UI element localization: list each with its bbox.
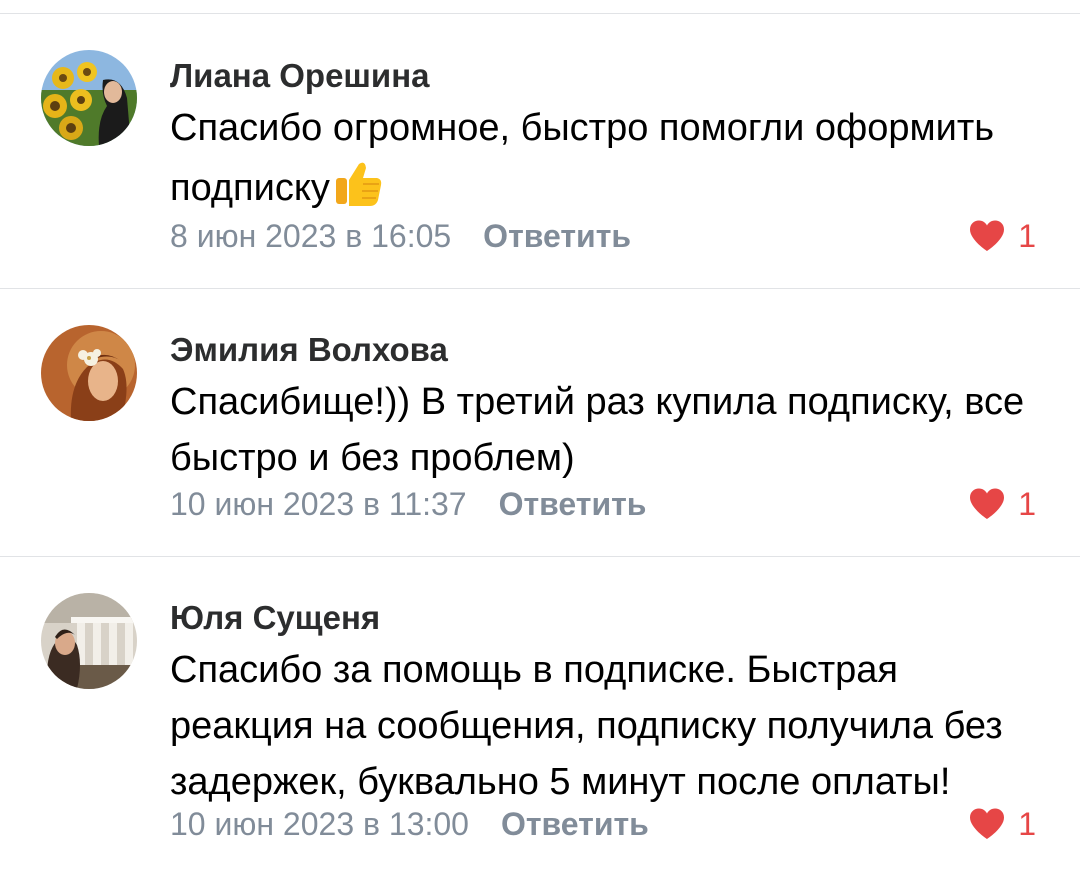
- comment-item: Юля Сущеня Спасибо за помощь в подписке.…: [0, 556, 1080, 876]
- reply-button[interactable]: Ответить: [499, 486, 647, 522]
- like-count: 1: [1018, 806, 1036, 842]
- comment-text: Спасибище!)) В третий раз купила подписк…: [170, 381, 1025, 479]
- comment-meta: 10 июн 2023 в 13:00 Ответить: [170, 804, 649, 844]
- comment-date[interactable]: 10 июн 2023 в 13:00: [170, 806, 469, 842]
- comment-author[interactable]: Эмилия Волхова: [170, 330, 448, 370]
- comment-item: Эмилия Волхова Спасибище!)) В третий раз…: [0, 288, 1080, 556]
- heart-icon: [970, 220, 1005, 251]
- comment-author[interactable]: Юля Сущеня: [170, 598, 380, 638]
- comment-text-body: Спасибо огромное, быстро помогли оформит…: [170, 107, 995, 209]
- reply-button[interactable]: Ответить: [483, 218, 631, 254]
- thumbs-up-icon: [332, 156, 384, 224]
- like-count: 1: [1018, 218, 1036, 254]
- avatar-image: [41, 593, 137, 689]
- heart-icon: [970, 488, 1005, 519]
- reply-button[interactable]: Ответить: [501, 806, 649, 842]
- comment-text: Спасибо огромное, быстро помогли оформит…: [170, 100, 1050, 224]
- heart-icon: [970, 808, 1005, 839]
- comment-meta: 8 июн 2023 в 16:05 Ответить: [170, 216, 631, 256]
- comment-date[interactable]: 8 июн 2023 в 16:05: [170, 218, 451, 254]
- comments-list: Лиана Орешина Спасибо огромное, быстро п…: [0, 0, 1080, 876]
- comment-text: Спасибо за помощь в подписке. Быстрая ре…: [170, 649, 1003, 803]
- comment-item: Лиана Орешина Спасибо огромное, быстро п…: [0, 0, 1080, 288]
- avatar[interactable]: [41, 593, 137, 689]
- like-button[interactable]: 1: [968, 484, 1036, 524]
- comment-author[interactable]: Лиана Орешина: [170, 56, 430, 96]
- avatar-image: [41, 325, 137, 421]
- avatar[interactable]: [41, 50, 137, 146]
- like-button[interactable]: 1: [968, 216, 1036, 256]
- comment-date[interactable]: 10 июн 2023 в 11:37: [170, 486, 467, 522]
- like-count: 1: [1018, 486, 1036, 522]
- like-button[interactable]: 1: [968, 804, 1036, 844]
- comment-meta: 10 июн 2023 в 11:37 Ответить: [170, 484, 646, 524]
- avatar-image: [41, 50, 137, 146]
- avatar[interactable]: [41, 325, 137, 421]
